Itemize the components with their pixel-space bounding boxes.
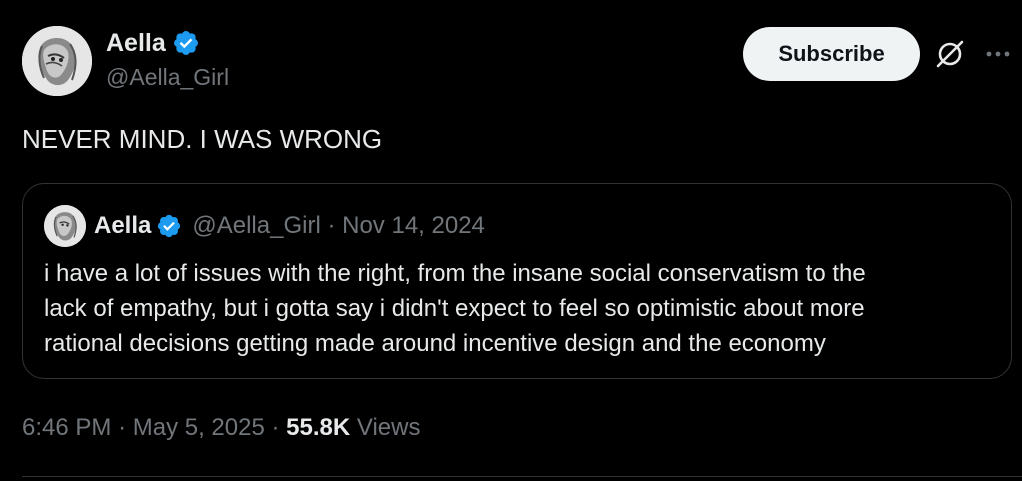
quoted-tweet-card[interactable]: Aella @Aella_Girl · Nov 14, 2024 i have …	[22, 183, 1012, 379]
quoted-author-handle: @Aella_Girl	[192, 212, 321, 239]
quoted-tweet-line: lack of empathy, but i gotta say i didn'…	[44, 295, 865, 322]
meta-separator: ·	[271, 414, 280, 441]
quoted-author-display-name[interactable]: Aella	[94, 212, 151, 240]
avatar-image	[22, 26, 92, 96]
quoted-tweet-header: Aella @Aella_Girl · Nov 14, 2024	[44, 204, 485, 248]
tweet-date[interactable]: May 5, 2025	[133, 414, 265, 441]
quoted-tweet-line: rational decisions getting made around i…	[44, 330, 826, 357]
tweet-time[interactable]: 6:46 PM	[22, 414, 111, 441]
verified-badge-icon[interactable]	[172, 29, 200, 57]
quoted-tweet-meta[interactable]: @Aella_Girl · Nov 14, 2024	[192, 212, 485, 240]
meta-separator: ·	[118, 414, 127, 441]
author-handle[interactable]: @Aella_Girl	[106, 64, 229, 91]
more-horizontal-icon[interactable]	[982, 40, 1014, 68]
quoted-author-avatar[interactable]	[44, 205, 86, 247]
divider	[22, 476, 1022, 477]
verified-badge-icon[interactable]	[156, 213, 182, 239]
tweet-text: NEVER MIND. I WAS WRONG	[22, 124, 383, 154]
views-label: Views	[356, 414, 421, 441]
tweet-metadata: 6:46 PM · May 5, 2025 · 55.8K Views	[22, 414, 420, 442]
author-display-name[interactable]: Aella	[106, 29, 166, 58]
author-avatar[interactable]	[22, 26, 92, 96]
views-count: 55.8K	[286, 414, 351, 441]
quoted-tweet-line: i have a lot of issues with the right, f…	[44, 260, 866, 287]
author-name-row: Aella	[106, 28, 229, 58]
grok-icon[interactable]	[934, 38, 966, 70]
quoted-tweet-date: Nov 14, 2024	[342, 212, 485, 239]
quoted-tweet-text: i have a lot of issues with the right, f…	[44, 256, 994, 361]
author-info: Aella @Aella_Girl	[106, 28, 229, 91]
subscribe-button[interactable]: Subscribe	[743, 27, 920, 81]
meta-separator: ·	[327, 212, 336, 239]
